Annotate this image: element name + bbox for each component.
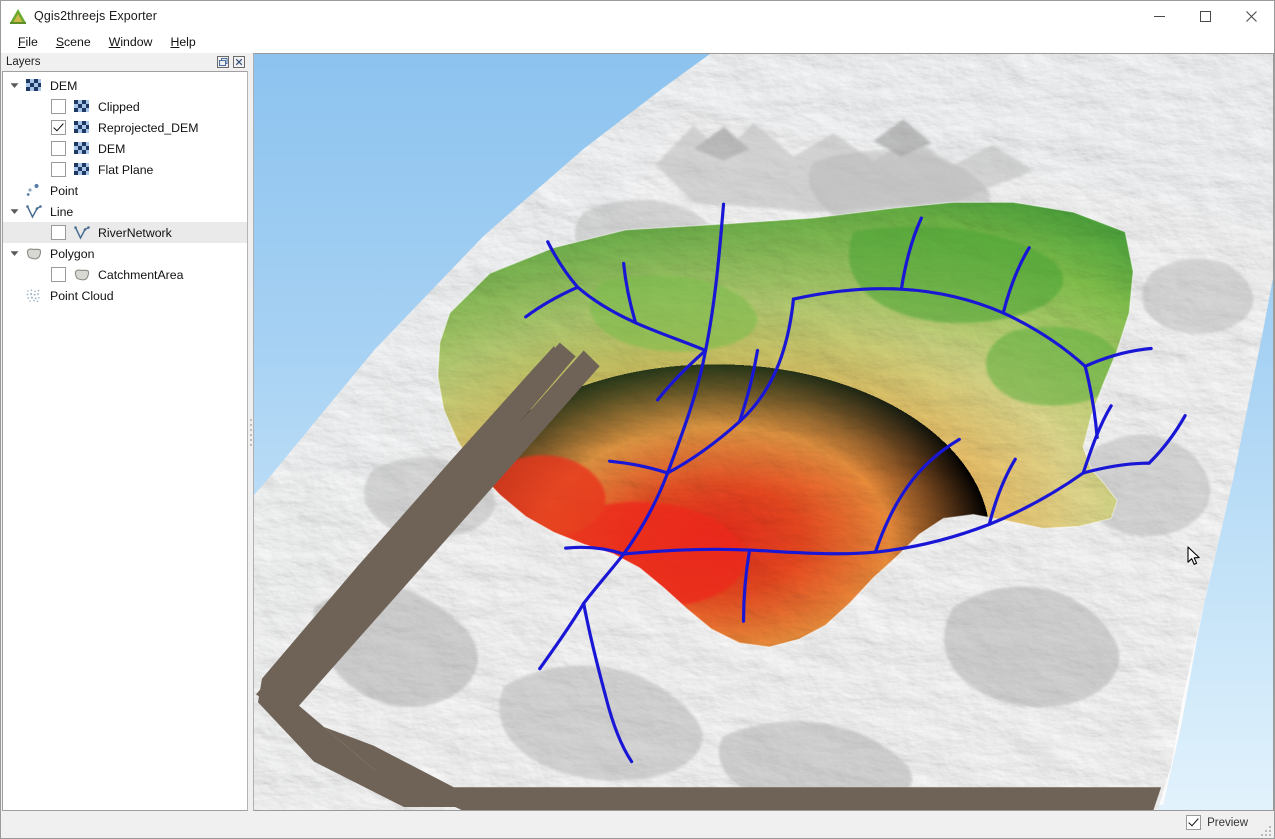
layer-item-catchmentarea[interactable]: CatchmentArea <box>3 264 247 285</box>
menu-help[interactable]: Help <box>161 33 204 51</box>
layer-checkbox-flat-plane[interactable] <box>51 162 66 177</box>
line-icon <box>25 204 43 220</box>
layer-item-rivernetwork[interactable]: RiverNetwork <box>3 222 247 243</box>
layer-item-reprojected-dem[interactable]: Reprojected_DEM <box>3 117 247 138</box>
preview-viewport[interactable] <box>253 53 1274 811</box>
terrain-scene <box>254 54 1273 810</box>
splitter-grip-icon <box>249 418 252 446</box>
raster-icon <box>73 141 91 157</box>
layer-label: Reprojected_DEM <box>98 120 199 135</box>
preview-label: Preview <box>1207 816 1248 829</box>
window-controls <box>1136 1 1274 31</box>
layer-checkbox-dem[interactable] <box>51 141 66 156</box>
layer-label: Clipped <box>98 99 140 114</box>
menu-bar: File Scene Window Help <box>1 31 1274 53</box>
resize-grip-icon[interactable] <box>1258 823 1271 836</box>
expander-line-icon[interactable] <box>3 201 25 222</box>
layer-label: Line <box>50 204 74 219</box>
menu-window[interactable]: Window <box>100 33 162 51</box>
status-bar: Preview <box>1 811 1274 838</box>
layers-tree[interactable]: DEM Clipped Reprojected_DEM DEM Flat Pla… <box>2 71 248 811</box>
minimize-button[interactable] <box>1136 1 1182 31</box>
main-area: Layers DEM Clipped Reprojected_DEM DEM F… <box>1 53 1274 811</box>
layer-label: Point Cloud <box>50 288 114 303</box>
layer-checkbox-rivernetwork[interactable] <box>51 225 66 240</box>
menu-window-label: indow <box>120 34 153 49</box>
raster-icon <box>73 99 91 115</box>
layer-item-clipped[interactable]: Clipped <box>3 96 247 117</box>
polygon-icon <box>73 267 91 283</box>
layer-label: CatchmentArea <box>98 267 184 282</box>
preview-checkbox[interactable] <box>1186 815 1202 830</box>
layer-label: Polygon <box>50 246 95 261</box>
layer-group-polygon[interactable]: Polygon <box>3 243 247 264</box>
layer-label: DEM <box>98 141 126 156</box>
menu-scene[interactable]: Scene <box>47 33 100 51</box>
layers-dock-title: Layers <box>6 56 41 68</box>
expander-dem-icon[interactable] <box>3 75 25 96</box>
layers-dock-header: Layers <box>2 53 248 71</box>
app-triangle-icon <box>10 8 26 24</box>
layer-checkbox-reprojected-dem[interactable] <box>51 120 66 135</box>
layer-group-point-cloud[interactable]: Point Cloud <box>3 285 247 306</box>
point-icon <box>25 183 43 199</box>
menu-scene-label: cene <box>64 34 91 49</box>
layer-item-dem[interactable]: DEM <box>3 138 247 159</box>
raster-icon <box>73 120 91 136</box>
float-panel-icon[interactable] <box>216 55 229 68</box>
raster-icon <box>73 162 91 178</box>
raster-icon <box>25 78 43 94</box>
layer-group-dem[interactable]: DEM <box>3 75 247 96</box>
window-title: Qgis2threejs Exporter <box>34 9 157 23</box>
layer-label: DEM <box>50 78 78 93</box>
polygon-icon <box>25 246 43 262</box>
close-button[interactable] <box>1228 1 1274 31</box>
layers-dock: Layers DEM Clipped Reprojected_DEM DEM F… <box>1 53 248 811</box>
menu-file-label: ile <box>25 34 38 49</box>
layer-label: Flat Plane <box>98 162 154 177</box>
menu-help-label: elp <box>179 34 196 49</box>
line-icon <box>73 225 91 241</box>
layer-item-flat-plane[interactable]: Flat Plane <box>3 159 247 180</box>
layer-group-line[interactable]: Line <box>3 201 247 222</box>
close-panel-icon[interactable] <box>232 55 245 68</box>
application-window: Qgis2threejs Exporter File Scene Window … <box>0 0 1275 839</box>
pointcloud-icon <box>25 288 43 304</box>
layer-checkbox-catchmentarea[interactable] <box>51 267 66 282</box>
layer-label: RiverNetwork <box>98 225 172 240</box>
menu-file[interactable]: File <box>9 33 47 51</box>
maximize-button[interactable] <box>1182 1 1228 31</box>
expander-polygon-icon[interactable] <box>3 243 25 264</box>
layer-checkbox-clipped[interactable] <box>51 99 66 114</box>
layer-group-point[interactable]: Point <box>3 180 247 201</box>
layer-label: Point <box>50 183 79 198</box>
title-bar: Qgis2threejs Exporter <box>1 1 1274 31</box>
preview-toggle[interactable]: Preview <box>1186 815 1248 830</box>
